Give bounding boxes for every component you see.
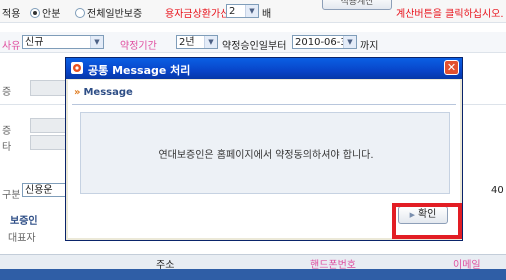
dialog-titlebar[interactable]: 공통 Message 처리 ✕: [66, 58, 462, 79]
guarantor-heading: 보증인: [10, 216, 38, 227]
period-label: 약정기간: [120, 41, 157, 52]
dialog-title: 공통 Message 처리: [88, 64, 191, 77]
start-label: 약정승인일부터: [222, 41, 287, 52]
chevron-down-icon: ▼: [245, 5, 258, 17]
header-marker-icon: »: [74, 87, 81, 98]
message-text: 연대보증인은 홈페이지에서 약정동의하셔야 합니다.: [158, 150, 374, 161]
period-select-value: 2년: [179, 37, 195, 48]
surcharge-unit: 배: [262, 9, 272, 20]
left-field-1[interactable]: [30, 80, 70, 96]
table-row[interactable]: [0, 269, 506, 280]
date-select[interactable]: 2010-06-30 ▼: [292, 35, 357, 49]
message-header: » Message: [74, 87, 133, 98]
left-fragment-1: 증: [2, 87, 12, 98]
reason-select[interactable]: 신규 ▼: [22, 35, 104, 49]
radio-anbun-button[interactable]: [30, 8, 40, 18]
chevron-down-icon: ▼: [204, 36, 217, 48]
message-header-label: Message: [83, 87, 133, 98]
calc-notice: 계산버튼을 클릭하십시오.: [396, 9, 504, 20]
left-fragment-2: 증: [2, 126, 12, 137]
until-label: 까지: [360, 41, 379, 52]
app-icon: [71, 62, 83, 74]
close-icon: ✕: [446, 61, 457, 74]
left-field-2[interactable]: [30, 118, 70, 133]
reason-label: 사유: [2, 41, 21, 52]
header-divider: [72, 104, 456, 105]
radio-full-general[interactable]: 전체일반보증: [75, 5, 142, 20]
left-fragment-3: 타: [2, 142, 12, 153]
credit-select-value: 신용운: [25, 185, 53, 196]
message-box: 연대보증인은 홈페이지에서 약정동의하셔야 합니다.: [80, 112, 450, 194]
radio-full-general-label: 전체일반보증: [87, 9, 143, 20]
table-header: 주소 핸드폰번호 이메일: [0, 254, 506, 271]
radio-full-general-button[interactable]: [75, 8, 85, 18]
right-fragment: 40: [491, 185, 504, 196]
close-button[interactable]: ✕: [444, 60, 459, 75]
left-fragment-4: 구분: [2, 190, 21, 201]
reason-select-value: 신규: [25, 37, 44, 48]
surcharge-select[interactable]: 2 ▼: [226, 4, 259, 18]
chevron-down-icon: ▼: [90, 36, 103, 48]
radio-anbun[interactable]: 안분: [30, 5, 60, 20]
chevron-down-icon: ▼: [343, 36, 356, 48]
surcharge-label: 용자금상환가산: [165, 9, 230, 20]
left-field-3[interactable]: [30, 135, 70, 150]
surcharge-select-value: 2: [229, 6, 236, 17]
representative-label: 대표자: [8, 233, 36, 244]
highlight-box: [392, 203, 462, 239]
apply-calc-button[interactable]: 적용계산: [322, 0, 392, 10]
row1-label: 적용: [2, 9, 21, 20]
radio-anbun-label: 안분: [42, 9, 61, 20]
period-select[interactable]: 2년 ▼: [176, 35, 218, 49]
